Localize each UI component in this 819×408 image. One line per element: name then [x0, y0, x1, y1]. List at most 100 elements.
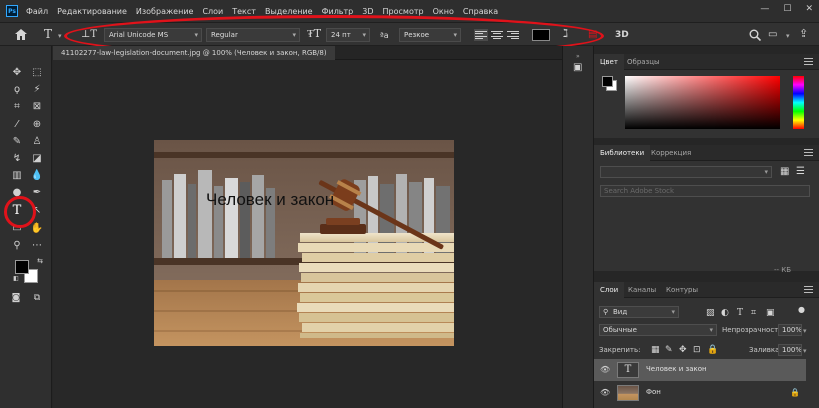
share-icon[interactable]: ⇪	[799, 28, 808, 40]
swap-colors-icon[interactable]: ⇆	[33, 254, 47, 268]
tab-libraries[interactable]: Библиотеки	[594, 145, 651, 161]
filter-toggle-icon[interactable]: ●	[798, 304, 805, 316]
blur-tool-icon[interactable]: 💧	[30, 169, 44, 183]
type-tool-preset-icon[interactable]: T	[44, 28, 52, 40]
lock-all-icon[interactable]: 🔒	[707, 344, 718, 356]
menu-type[interactable]: Текст	[232, 7, 256, 16]
menu-file[interactable]: Файл	[26, 7, 48, 16]
menu-3d[interactable]: 3D	[362, 7, 373, 16]
frame-tool-icon[interactable]: ⊠	[30, 100, 44, 114]
lock-artboard-icon[interactable]: ⊡	[693, 344, 701, 356]
minimize-button[interactable]: —	[760, 4, 769, 14]
menu-window[interactable]: Окно	[433, 7, 454, 16]
quick-mask-icon[interactable]: ◙	[9, 291, 23, 305]
warp-text-icon[interactable]: ℷ	[563, 28, 568, 40]
align-left-button[interactable]	[474, 29, 488, 41]
menu-filter[interactable]: Фильтр	[322, 7, 354, 16]
font-size-select[interactable]: 24 пт ▾	[326, 28, 370, 42]
workspace-icon[interactable]: ▭	[768, 29, 777, 41]
filter-pixel-icon[interactable]: ▨	[706, 307, 715, 319]
zoom-tool-icon[interactable]: ⚲	[10, 239, 24, 253]
layer-row-background[interactable]: 👁 Фон 🔒	[594, 382, 806, 404]
menu-help[interactable]: Справка	[463, 7, 498, 16]
lock-transparency-icon[interactable]: ▦	[651, 344, 660, 356]
panel-menu-icon[interactable]	[804, 286, 813, 295]
crop-tool-icon[interactable]: ⌗	[10, 100, 24, 114]
home-icon[interactable]	[15, 29, 27, 40]
menu-image[interactable]: Изображение	[136, 7, 194, 16]
library-select[interactable]: ▾	[600, 166, 772, 178]
close-button[interactable]: ✕	[805, 4, 813, 14]
antialias-select[interactable]: Резкое ▾	[399, 28, 461, 42]
search-icon[interactable]	[749, 29, 761, 41]
history-brush-tool-icon[interactable]: ↯	[10, 152, 24, 166]
eraser-tool-icon[interactable]: ◪	[30, 152, 44, 166]
tab-adjustments[interactable]: Коррекция	[645, 145, 697, 161]
text-color-swatch[interactable]	[532, 29, 550, 41]
canvas-text-layer[interactable]: Человек и закон	[206, 190, 334, 210]
screen-mode-icon[interactable]: ⧉	[30, 291, 44, 305]
orientation-toggle-icon[interactable]: ⊥T	[81, 29, 97, 41]
panel-menu-icon[interactable]	[804, 58, 813, 67]
default-colors-icon[interactable]: ◧	[9, 272, 23, 286]
chevron-down-icon[interactable]: ▾	[803, 345, 807, 357]
filter-smart-object-icon[interactable]: ▣	[766, 307, 775, 319]
menu-select[interactable]: Выделение	[265, 7, 313, 16]
tab-swatches[interactable]: Образцы	[621, 54, 666, 70]
blend-mode-select[interactable]: Обычные ▾	[599, 324, 717, 336]
menu-layers[interactable]: Слои	[202, 7, 223, 16]
healing-tool-icon[interactable]: ⊕	[30, 118, 44, 132]
character-panel-icon[interactable]: ▤	[588, 29, 597, 41]
document-canvas-image[interactable]: Человек и закон	[154, 140, 454, 346]
layer-row-text[interactable]: 👁 T Человек и закон	[594, 359, 806, 381]
font-style-select[interactable]: Regular ▾	[206, 28, 300, 42]
more-tools-icon[interactable]: ⋯	[30, 239, 44, 253]
color-field[interactable]	[625, 76, 780, 129]
lock-pixels-icon[interactable]: ✎	[665, 344, 673, 356]
grid-view-icon[interactable]: ▦	[780, 166, 789, 178]
move-tool-icon[interactable]: ✥	[10, 66, 24, 80]
visibility-eye-icon[interactable]: 👁	[600, 388, 610, 397]
tab-layers[interactable]: Слои	[594, 282, 625, 298]
3d-button[interactable]: 3D	[615, 29, 629, 41]
color-foreground-swatch[interactable]	[602, 76, 613, 87]
foreground-color-swatch[interactable]	[15, 260, 29, 274]
stamp-tool-icon[interactable]: ♙	[30, 135, 44, 149]
menu-edit[interactable]: Редактирование	[57, 7, 127, 16]
pen-tool-icon[interactable]: ✒	[30, 186, 44, 200]
stock-search-input[interactable]: Search Adobe Stock	[600, 185, 810, 197]
hand-tool-icon[interactable]: ✋	[30, 222, 44, 236]
brush-tool-icon[interactable]: ✎	[10, 135, 24, 149]
font-family-select[interactable]: Arial Unicode MS ▾	[104, 28, 202, 42]
filter-shape-icon[interactable]: ⌗	[751, 307, 756, 319]
chevron-down-icon[interactable]: ▾	[803, 325, 807, 337]
gradient-tool-icon[interactable]: ▥	[10, 169, 24, 183]
layer-filter-select[interactable]: ⚲ Вид ▾	[599, 306, 679, 318]
fill-input[interactable]: 100%	[778, 344, 802, 356]
panel-menu-icon[interactable]	[804, 149, 813, 158]
opacity-input[interactable]: 100%	[778, 324, 802, 336]
window-controls: — ☐ ✕	[760, 4, 813, 14]
history-panel-icon[interactable]: ▣	[573, 62, 582, 74]
maximize-button[interactable]: ☐	[783, 4, 791, 14]
document-tab[interactable]: 41102277-law-legislation-document.jpg @ …	[53, 46, 335, 60]
lock-position-icon[interactable]: ✥	[679, 344, 687, 356]
align-center-button[interactable]	[490, 29, 504, 41]
menu-view[interactable]: Просмотр	[383, 7, 424, 16]
eyedropper-tool-icon[interactable]: ⁄	[10, 118, 24, 132]
visibility-eye-icon[interactable]: 👁	[600, 365, 610, 374]
align-right-button[interactable]	[506, 29, 520, 41]
tab-channels[interactable]: Каналы	[622, 282, 662, 298]
list-view-icon[interactable]: ☰	[796, 166, 805, 178]
hue-slider[interactable]	[793, 76, 804, 129]
chevron-down-icon[interactable]: ▾	[58, 30, 62, 42]
tab-color[interactable]: Цвет	[594, 54, 624, 70]
chevron-down-icon[interactable]: ▾	[786, 30, 790, 42]
filter-type-icon[interactable]: T	[737, 307, 743, 319]
chevron-right-icon[interactable]: »	[576, 51, 580, 63]
marquee-tool-icon[interactable]: ⬚	[30, 66, 44, 80]
tab-paths[interactable]: Контуры	[660, 282, 704, 298]
filter-adjustment-icon[interactable]: ◐	[721, 307, 729, 319]
magic-wand-tool-icon[interactable]: ⚡	[30, 83, 44, 97]
lasso-tool-icon[interactable]: ϙ	[10, 83, 24, 97]
